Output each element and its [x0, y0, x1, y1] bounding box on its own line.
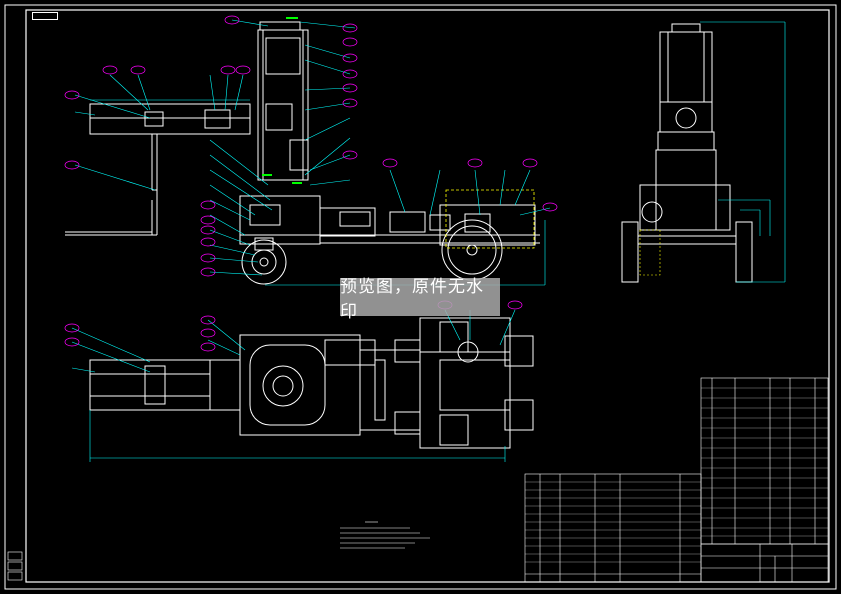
- front-view: [621, 23, 753, 283]
- side-view-label-marks: [262, 17, 302, 184]
- plan-view: [89, 317, 534, 449]
- side-view: [65, 21, 540, 285]
- parts-list-upper-rows: [701, 387, 828, 537]
- margin-stamps: [7, 551, 23, 581]
- technical-notes: [340, 521, 430, 549]
- parts-list-lower: [524, 473, 702, 583]
- front-view-hidden-wheel: [639, 229, 661, 276]
- sheet-label-box: [32, 12, 58, 20]
- preview-watermark: 预览图，原件无水印: [340, 277, 500, 322]
- parts-list-upper: [700, 377, 829, 545]
- side-view-callouts: [64, 15, 558, 277]
- parts-list-rows: [525, 481, 701, 563]
- title-block: [700, 543, 829, 583]
- front-view-dimensions: [700, 21, 786, 283]
